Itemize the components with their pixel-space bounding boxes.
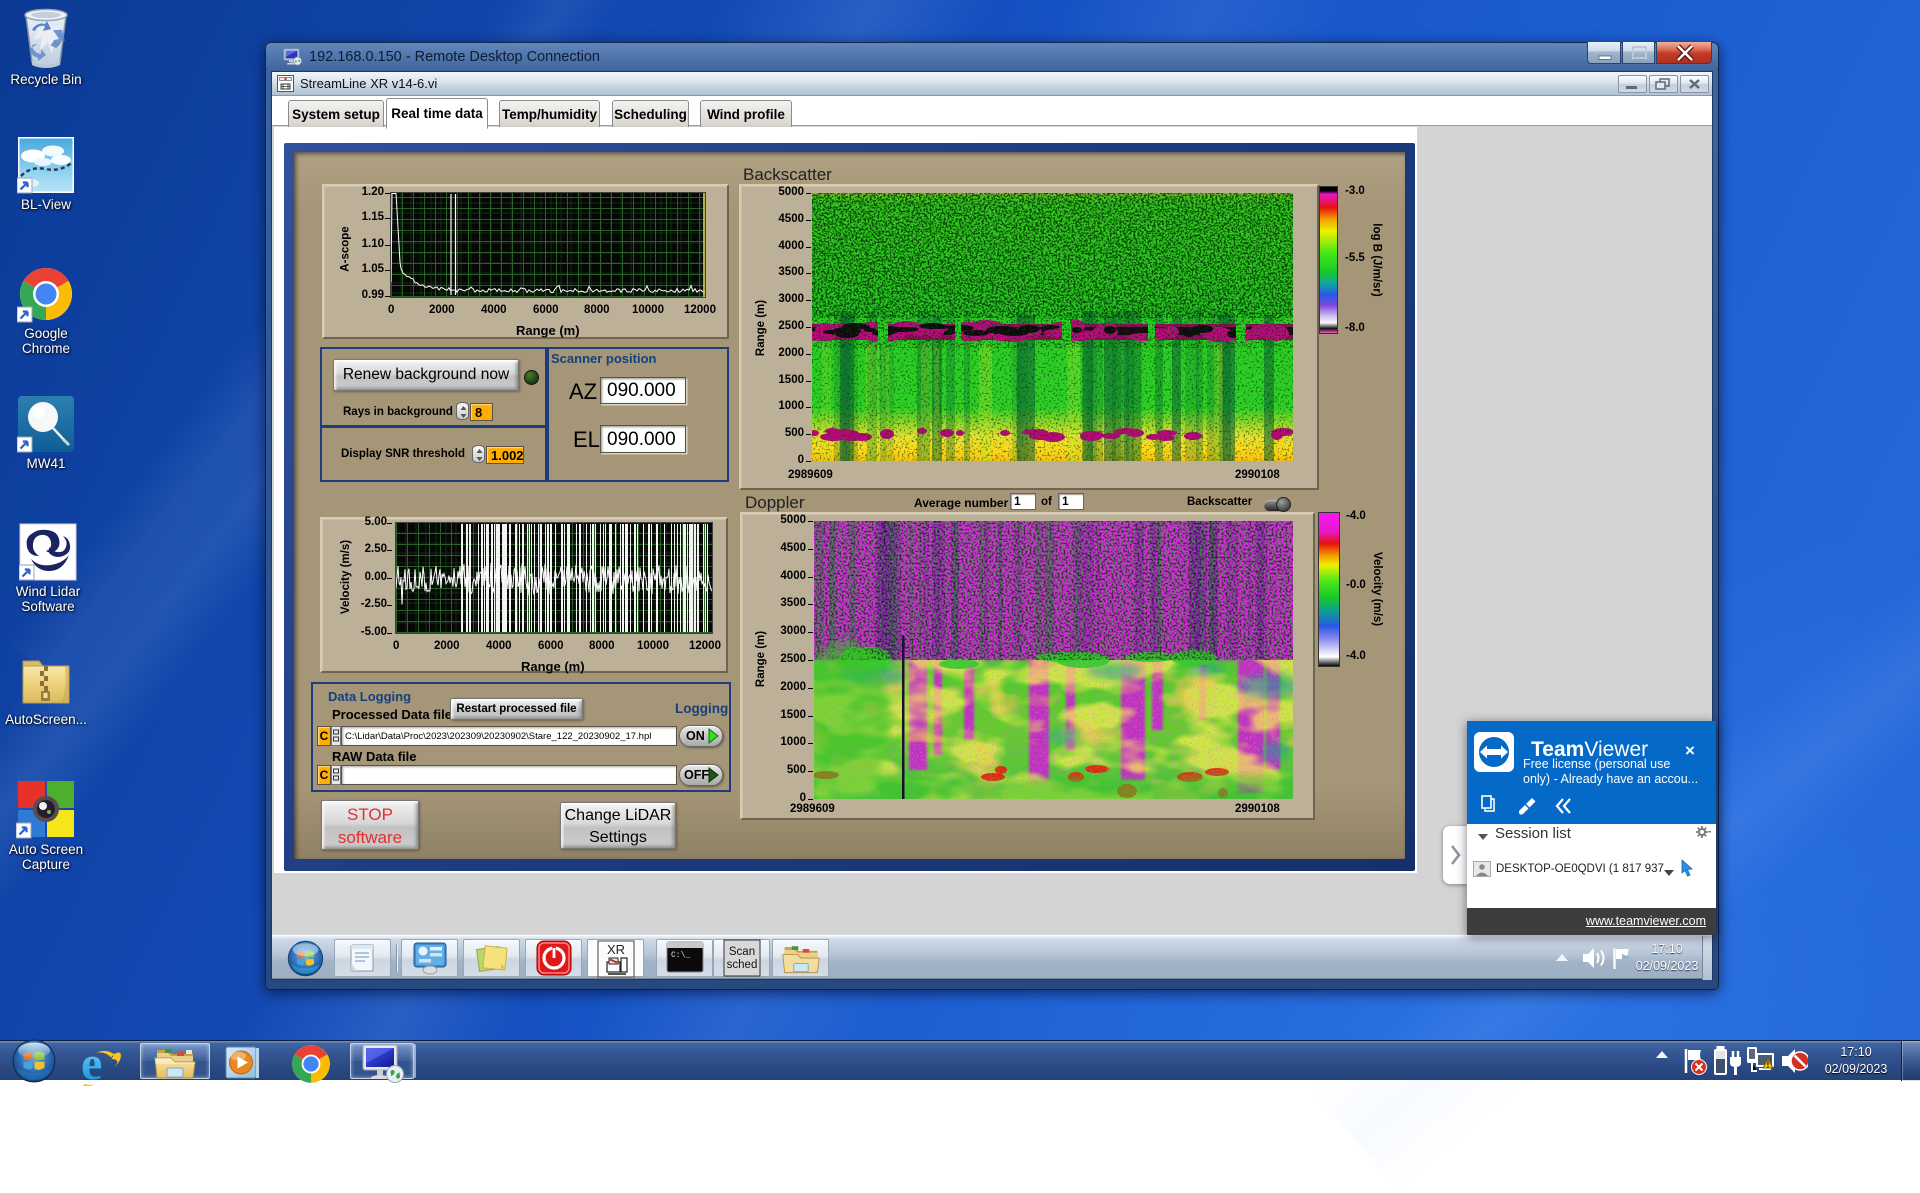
svg-text:!: ! [1767, 1061, 1770, 1070]
svg-text:Scan: Scan [729, 946, 755, 958]
svg-text:C:\_: C:\_ [671, 951, 690, 960]
svg-text:XR: XR [607, 942, 625, 957]
svg-text:sched: sched [727, 959, 758, 971]
svg-text:e: e [81, 1040, 102, 1086]
